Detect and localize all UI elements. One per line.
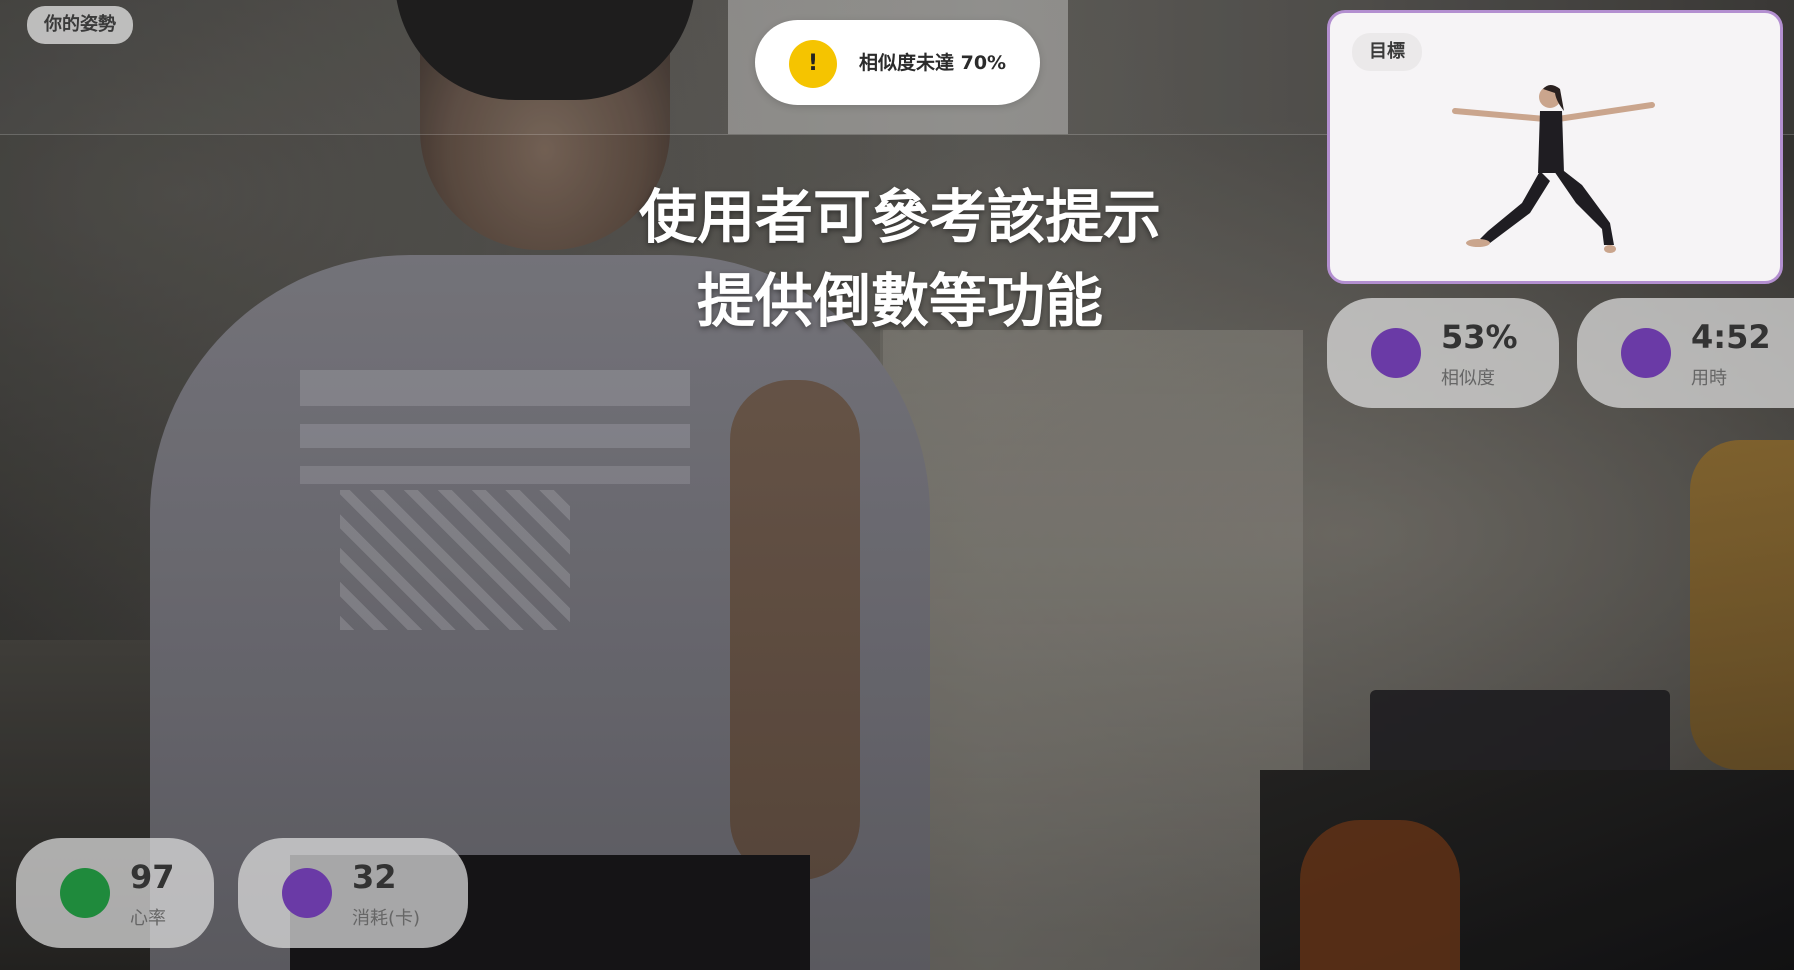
similarity-indicator-icon (1371, 328, 1421, 378)
target-pose-figure (1452, 85, 1655, 253)
target-pose-card: 目標 (1327, 10, 1783, 284)
heart-rate-indicator-icon (60, 868, 110, 918)
caption-line-1: 使用者可參考該提示 (638, 183, 1161, 251)
alert-text: 相似度未達 70% (859, 52, 1007, 74)
time-value: 4:52 (1691, 318, 1771, 356)
similarity-value: 53% (1441, 318, 1518, 356)
similarity-stat-card: 53% 相似度 (1327, 298, 1559, 408)
time-label: 用時 (1691, 368, 1727, 389)
caption-overlay: 使用者可參考該提示 提供倒數等功能 (560, 175, 1240, 343)
heart-rate-stat-card: 97 心率 (16, 838, 214, 948)
calories-label: 消耗(卡) (352, 908, 421, 929)
heart-rate-label: 心率 (130, 908, 166, 929)
warning-icon: ! (789, 40, 837, 88)
caption-line-2: 提供倒數等功能 (696, 267, 1103, 335)
target-label: 目標 (1352, 33, 1422, 71)
calories-stat-card: 32 消耗(卡) (238, 838, 468, 948)
time-indicator-icon (1621, 328, 1671, 378)
calories-indicator-icon (282, 868, 332, 918)
your-pose-label: 你的姿勢 (27, 6, 133, 44)
camera-view: 你的姿勢 ! 相似度未達 70% 使用者可參考該提示 提供倒數等功能 目標 53… (0, 0, 1794, 970)
similarity-label: 相似度 (1441, 368, 1495, 389)
elapsed-time-stat-card: 4:52 用時 (1577, 298, 1794, 408)
similarity-alert: ! 相似度未達 70% (755, 20, 1040, 105)
calories-value: 32 (352, 858, 397, 896)
heart-rate-value: 97 (130, 858, 175, 896)
